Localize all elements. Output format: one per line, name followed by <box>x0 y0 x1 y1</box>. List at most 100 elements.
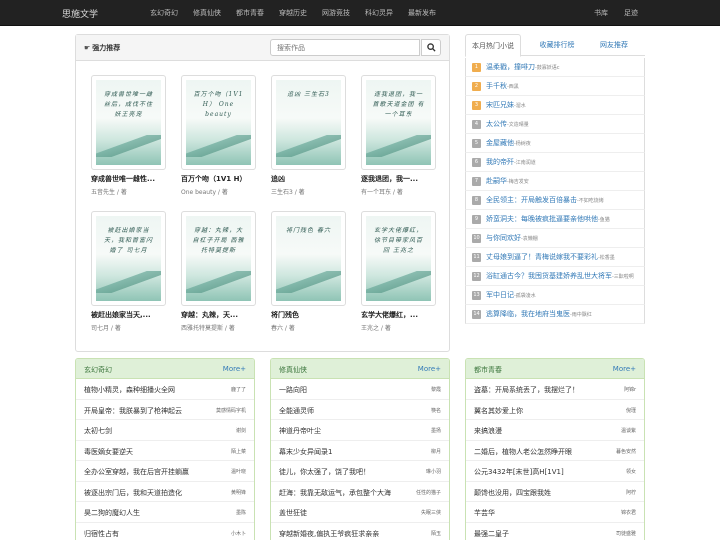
category-panel-xuanhuan: 玄幻奇幻 More+ 植物小精灵，森种细播火全网 鹿了了 开局皇帝：我朕暴到了枪神… <box>75 358 255 540</box>
hot-list-item[interactable]: 11 丈母娘到逼了！青梅说嫁我不要彩礼 -松香墨 <box>465 248 645 267</box>
hot-list-item[interactable]: 2 手千秋 -西黑 <box>465 77 645 96</box>
rank-badge: 1 <box>472 62 481 72</box>
book-title[interactable]: 追凶 <box>271 174 346 184</box>
book-card[interactable]: 追凶 三生石3 追凶 三生石3 / 著 <box>271 75 346 196</box>
list-item[interactable]: 一路向阳 黎霞 <box>271 379 449 400</box>
hot-list-item[interactable]: 13 军中日记 -孤袋凌水 <box>465 286 645 305</box>
book-cover[interactable]: 追凶 三生石3 <box>271 75 346 170</box>
list-item[interactable]: 全办公室穿越，我在后宫开挂躺赢 温叶晓 <box>76 461 254 482</box>
book-card[interactable]: 逐我退团，我一首歌天道金团 有一个耳东 逐我退团，我一... 有一个耳东 / 著 <box>361 75 436 196</box>
book-cover[interactable]: 将门残色 春六 <box>271 211 346 306</box>
list-item[interactable]: 幕末少女异闻录1 柳月 <box>271 441 449 461</box>
book-author: 司七月 / 著 <box>91 325 121 332</box>
hot-list-item[interactable]: 4 太公传 -文造晴量 <box>465 115 645 134</box>
book-cover[interactable]: 穿越：丸辣，大自杠子开局 西雅托特莫提斯 <box>181 211 256 306</box>
book-cover[interactable]: 玄学大佬爆红，徐节目带家风百回 王兆之 <box>361 211 436 306</box>
list-item[interactable]: 颠馋也没用，四宝跟我姓 阿柠 <box>466 482 644 502</box>
list-item[interactable]: 最强二皇子 司徒盛雅 <box>466 523 644 540</box>
rank-badge: 2 <box>472 81 481 91</box>
book-card[interactable]: 穿越：丸辣，大自杠子开局 西雅托特莫提斯 穿越：丸辣，天... 西雅托特莫提斯 … <box>181 211 256 332</box>
nav-link-library[interactable]: 书库 <box>594 0 608 26</box>
book-cover[interactable]: 穿成兽世唯一雌丝后，成伐不住妖王亮宠 <box>91 75 166 170</box>
nav-link-latest[interactable]: 最新发布 <box>408 0 436 26</box>
book-title[interactable]: 穿越：丸辣，天... <box>181 310 256 320</box>
book-author: 有一个耳东 / 著 <box>361 189 403 196</box>
nav-link-kehuan[interactable]: 科幻灵异 <box>365 0 393 26</box>
more-link[interactable]: More+ <box>418 365 441 373</box>
list-item[interactable]: 毒医嫡女要逆天 陌上菜 <box>76 441 254 461</box>
book-author: 三生石3 / 著 <box>271 189 305 196</box>
ranking-tabs: 本月热门小说 收藏排行榜 网友推荐 <box>465 34 645 57</box>
book-title[interactable]: 逐我退团，我一... <box>361 174 436 184</box>
book-cover[interactable]: 被赶出娘家当天，我和首富闪婚了 司七月 <box>91 211 166 306</box>
category-title[interactable]: 都市青春 <box>474 365 502 375</box>
nav-link-xuanhuan[interactable]: 玄幻奇幻 <box>150 0 178 26</box>
category-title[interactable]: 修真仙侠 <box>279 365 307 375</box>
book-card[interactable]: 玄学大佬爆红，徐节目带家风百回 王兆之 玄学大佬爆红，... 王兆之 / 著 <box>361 211 436 332</box>
list-item[interactable]: 植物小精灵，森种细播火全网 鹿了了 <box>76 379 254 400</box>
nav-link-chuanyue[interactable]: 穿越历史 <box>279 0 307 26</box>
hot-list-item[interactable]: 3 宋匹兄妹 -溜水 <box>465 96 645 115</box>
list-item[interactable]: 盖世狂徒 失眠三侠 <box>271 502 449 523</box>
list-item[interactable]: 二婚后，植物人老公怎然睁开眼 暮色安然 <box>466 441 644 461</box>
book-title[interactable]: 将门残色 <box>271 310 346 320</box>
list-item[interactable]: 来搞浪漫 温谈紫 <box>466 420 644 441</box>
more-link[interactable]: More+ <box>223 365 246 373</box>
hot-list-item[interactable]: 5 金屋藏他 -杨树夜 <box>465 134 645 153</box>
recommend-header: ☛ 强力推荐 <box>76 35 449 61</box>
hot-list-item[interactable]: 9 娇蛮洞夫：每晚被疯批逼要亲他哄他 -鱼猫 <box>465 210 645 229</box>
more-link[interactable]: More+ <box>613 365 636 373</box>
nav-link-wangyou[interactable]: 网游竞技 <box>322 0 350 26</box>
rank-badge: 3 <box>472 100 481 110</box>
book-cover[interactable]: 百万个吻（1V1 H） One beauty <box>181 75 256 170</box>
book-title[interactable]: 穿成兽世唯一雌性... <box>91 174 166 184</box>
list-item[interactable]: 芊芸华 锦衣君 <box>466 502 644 523</box>
list-item[interactable]: 公元3432年[末世]高H[1V1] 领女 <box>466 461 644 482</box>
nav-link-xiuzhen[interactable]: 修真仙侠 <box>193 0 221 26</box>
book-author: 西雅托特莫提斯 / 著 <box>181 325 235 332</box>
book-card[interactable]: 穿成兽世唯一雌丝后，成伐不住妖王亮宠 穿成兽世唯一雌性... 五音先生 / 著 <box>91 75 166 196</box>
book-title[interactable]: 玄学大佬爆红，... <box>361 310 436 320</box>
hot-list-item[interactable]: 6 我的帝歼 -江南润道 <box>465 153 645 172</box>
top-navbar: 思施文学 玄幻奇幻 修真仙侠 都市青春 穿越历史 网游竞技 科幻灵异 最新发布 … <box>0 0 720 26</box>
book-card[interactable]: 被赶出娘家当天，我和首富闪婚了 司七月 被赶出娘家当天,... 司七月 / 著 <box>91 211 166 332</box>
hot-list-item[interactable]: 8 全民领主：开局触发百倍暴击 -不如吃烧烤 <box>465 191 645 210</box>
rank-badge: 6 <box>472 157 481 167</box>
hot-list-item[interactable]: 12 浴缸通古今？我囤货基建娇养乱世大将军 -三酝啦啊 <box>465 267 645 286</box>
category-title[interactable]: 玄幻奇幻 <box>84 365 112 375</box>
tab-recommended[interactable]: 网友推荐 <box>589 34 639 56</box>
list-item[interactable]: 太初七剑 谢剑 <box>76 420 254 441</box>
book-card[interactable]: 将门残色 春六 将门残色 春六 / 著 <box>271 211 346 332</box>
list-item[interactable]: 归宿性占有 小木卜 <box>76 523 254 540</box>
hot-list-item[interactable]: 1 温柔戳，撞啡刀 -鼓寡妖语c <box>465 58 645 77</box>
list-item[interactable]: 被逐出宗门后，我和天道拍造化 黄明锋 <box>76 482 254 502</box>
list-item[interactable]: 徒儿，你太强了，饶了我吧！ 琳小羽 <box>271 461 449 482</box>
list-item[interactable]: 赶海：我靠无敌运气，承包整个大海 任性的猫子 <box>271 482 449 502</box>
book-cover[interactable]: 逐我退团，我一首歌天道金团 有一个耳东 <box>361 75 436 170</box>
list-item[interactable]: 翼名其妙爱上你 倪瑾 <box>466 400 644 420</box>
nav-links: 玄幻奇幻 修真仙侠 都市青春 穿越历史 网游竞技 科幻灵异 最新发布 <box>150 0 451 26</box>
tab-favorites[interactable]: 收藏排行榜 <box>527 34 587 56</box>
rank-badge: 10 <box>472 233 481 243</box>
nav-link-dushi[interactable]: 都市青春 <box>236 0 264 26</box>
book-title[interactable]: 百万个吻（1V1 H） <box>181 174 256 184</box>
hot-list-item[interactable]: 10 与你同欢好 -袁懒棚 <box>465 229 645 248</box>
nav-link-history[interactable]: 足迹 <box>624 0 638 26</box>
list-item[interactable]: 昊二狗的魔幻人生 墨陈 <box>76 502 254 523</box>
list-item[interactable]: 开局皇帝：我朕暴到了枪神起云 莫感情码字机 <box>76 400 254 420</box>
search-button[interactable] <box>421 39 441 56</box>
tab-monthly-hot[interactable]: 本月热门小说 <box>465 34 521 57</box>
rank-badge: 14 <box>472 309 481 319</box>
hot-list-item[interactable]: 7 赴嗣华 -梅吉发安 <box>465 172 645 191</box>
list-item[interactable]: 盗墓：开局系统丢了，我摆烂了！ 阿锦r <box>466 379 644 400</box>
hot-list-item[interactable]: 14 逃算降临，我在地府当鬼医 -雨中飘红 <box>465 305 645 324</box>
rank-badge: 12 <box>472 271 481 281</box>
search-input[interactable] <box>270 39 420 56</box>
rank-badge: 13 <box>472 290 481 300</box>
brand-logo[interactable]: 思施文学 <box>62 7 98 20</box>
book-title[interactable]: 被赶出娘家当天,... <box>91 310 166 320</box>
list-item[interactable]: 全能通灵师 筷名 <box>271 400 449 420</box>
list-item[interactable]: 穿越新婚夜,偏执王爷疯狂求亲亲 陌玉 <box>271 523 449 540</box>
book-card[interactable]: 百万个吻（1V1 H） One beauty 百万个吻（1V1 H） One b… <box>181 75 256 196</box>
list-item[interactable]: 神道丹帝叶尘 墨扬 <box>271 420 449 441</box>
